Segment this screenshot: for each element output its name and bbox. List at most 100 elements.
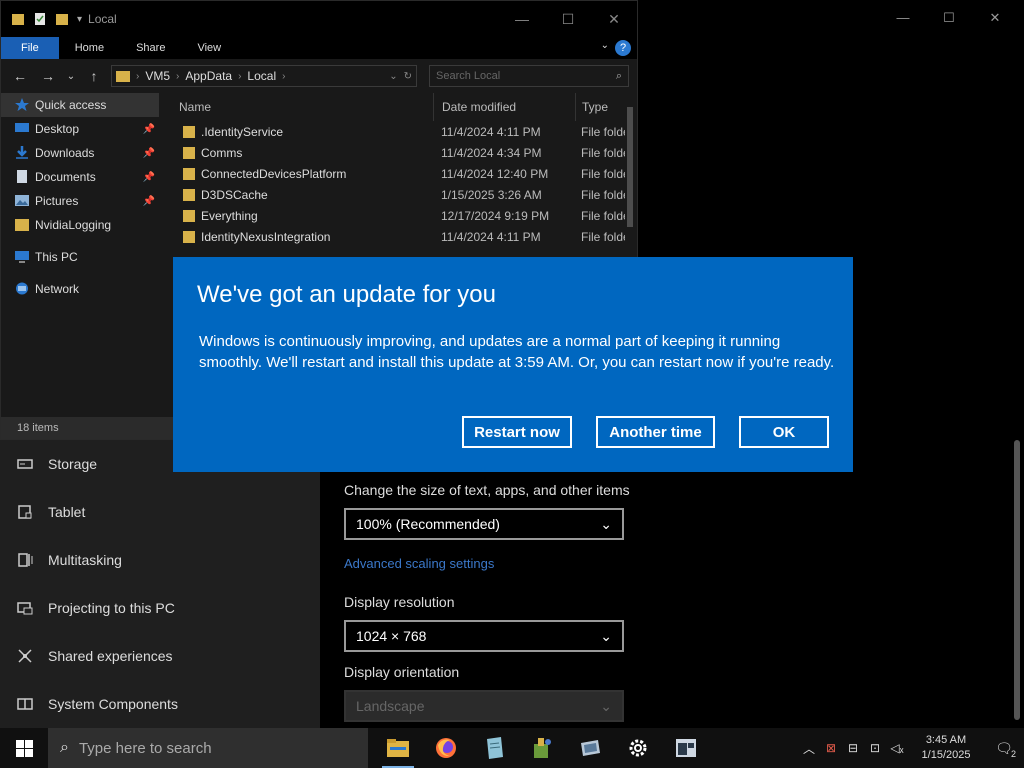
- sidebar-item-projecting[interactable]: Projecting to this PC: [0, 584, 320, 632]
- address-bar[interactable]: › VM5 › AppData › Local › ⌄ ↻: [111, 65, 417, 87]
- breadcrumb-item[interactable]: Local: [247, 69, 276, 83]
- forward-arrow-icon[interactable]: →: [37, 68, 59, 84]
- search-placeholder: Search Local: [436, 70, 501, 82]
- advanced-scaling-link[interactable]: Advanced scaling settings: [344, 552, 634, 576]
- chevron-down-icon[interactable]: ⌄: [389, 71, 397, 82]
- another-time-button[interactable]: Another time: [596, 416, 715, 448]
- nav-item-network[interactable]: Network: [1, 277, 159, 301]
- chevron-down-icon: ⌄: [600, 697, 612, 714]
- ok-button[interactable]: OK: [739, 416, 829, 448]
- file-type: File folder: [581, 229, 625, 244]
- column-header-type[interactable]: Type: [575, 93, 625, 121]
- nav-label: Downloads: [35, 146, 95, 160]
- scrollbar-thumb[interactable]: [627, 107, 633, 227]
- folder-icon: [15, 219, 29, 231]
- folder-icon: [183, 230, 195, 243]
- item-count: 18 items: [17, 422, 59, 434]
- refresh-icon[interactable]: ↻: [404, 71, 412, 82]
- file-type: File folder: [581, 208, 625, 223]
- breadcrumb-item[interactable]: VM5: [145, 69, 170, 83]
- tab-share[interactable]: Share: [120, 37, 181, 59]
- clock[interactable]: 3:45 AM 1/15/2025: [908, 733, 984, 763]
- nav-item-downloads[interactable]: Downloads 📌: [1, 141, 159, 165]
- taskbar-search-box[interactable]: ⌕ Type here to search: [48, 728, 368, 768]
- taskbar-app-file-explorer[interactable]: [374, 728, 422, 768]
- volume-muted-icon[interactable]: ◁ₓ: [886, 741, 908, 755]
- device-icon[interactable]: ⊟: [842, 741, 864, 755]
- network-icon[interactable]: ⊡: [864, 741, 886, 755]
- table-row[interactable]: Everything 12/17/2024 9:19 PM File folde…: [171, 205, 625, 226]
- taskbar-apps: [374, 728, 710, 768]
- column-header-name[interactable]: Name: [171, 100, 433, 114]
- minimize-button[interactable]: —: [880, 6, 926, 30]
- file-name: IdentityNexusIntegration: [201, 229, 331, 244]
- taskbar-app-notepad[interactable]: [470, 728, 518, 768]
- taskbar-app-paint[interactable]: [518, 728, 566, 768]
- minimize-button[interactable]: —: [499, 1, 545, 37]
- nav-item-nvidialogging[interactable]: NvidiaLogging: [1, 213, 159, 237]
- scale-label: Change the size of text, apps, and other…: [344, 482, 630, 498]
- properties-icon[interactable]: [33, 12, 47, 26]
- nav-label: NvidiaLogging: [35, 218, 112, 232]
- table-row[interactable]: D3DSCache 1/15/2025 3:26 AM File folder: [171, 184, 625, 205]
- nav-label: Desktop: [35, 122, 80, 136]
- resolution-dropdown[interactable]: 1024 × 768 ⌄: [344, 620, 624, 652]
- file-list-header: Name Date modified Type: [171, 93, 625, 121]
- chevron-down-icon: ⌄: [600, 627, 612, 644]
- tab-view[interactable]: View: [181, 37, 237, 59]
- maximize-button[interactable]: ☐: [926, 6, 972, 30]
- table-row[interactable]: ConnectedDevicesPlatform 11/4/2024 12:40…: [171, 163, 625, 184]
- action-center-button[interactable]: 🗨 2: [984, 740, 1024, 759]
- dialog-message: Windows is continuously improving, and u…: [199, 333, 835, 371]
- settings-scrollbar[interactable]: [1014, 440, 1020, 720]
- nav-item-desktop[interactable]: Desktop 📌: [1, 117, 159, 141]
- security-alert-icon[interactable]: ⊠: [820, 741, 842, 755]
- start-button[interactable]: [0, 728, 48, 768]
- folder-icon: [183, 209, 195, 222]
- quick-access-toolbar-dropdown[interactable]: ▾: [77, 14, 82, 25]
- taskbar-search-placeholder: Type here to search: [78, 739, 212, 757]
- table-row[interactable]: .IdentityService 11/4/2024 4:11 PM File …: [171, 121, 625, 142]
- sidebar-item-shared-experiences[interactable]: Shared experiences: [0, 632, 320, 680]
- sidebar-item-tablet[interactable]: Tablet: [0, 488, 320, 536]
- pin-icon: 📌: [142, 171, 155, 183]
- search-box[interactable]: Search Local ⌕: [429, 65, 629, 87]
- maximize-button[interactable]: ☐: [545, 1, 591, 37]
- resolution-value: 1024 × 768: [356, 628, 427, 644]
- sidebar-item-multitasking[interactable]: Multitasking: [0, 536, 320, 584]
- table-row[interactable]: Comms 11/4/2024 4:34 PM File folder: [171, 142, 625, 163]
- nav-item-quick-access[interactable]: Quick access: [1, 93, 159, 117]
- nav-label: Network: [35, 282, 80, 296]
- close-button[interactable]: ✕: [591, 1, 637, 37]
- column-header-date[interactable]: Date modified: [433, 93, 575, 121]
- help-icon[interactable]: ?: [615, 40, 631, 56]
- tab-home[interactable]: Home: [59, 37, 120, 59]
- pin-icon: 📌: [142, 195, 155, 207]
- recent-locations-icon[interactable]: ⌄: [65, 71, 77, 82]
- expand-ribbon-icon[interactable]: ⌄: [601, 40, 609, 51]
- sidebar-item-system-components[interactable]: System Components: [0, 680, 320, 728]
- explorer-window-controls: — ☐ ✕: [499, 1, 637, 37]
- scale-dropdown[interactable]: 100% (Recommended) ⌄: [344, 508, 624, 540]
- back-arrow-icon[interactable]: ←: [9, 68, 31, 84]
- show-hidden-icons-chevron-icon[interactable]: ︿: [798, 740, 820, 757]
- sidebar-item-label: Shared experiences: [48, 648, 173, 664]
- taskbar-app-settings[interactable]: [614, 728, 662, 768]
- folder-icon: [183, 188, 195, 201]
- tab-file[interactable]: File: [1, 37, 59, 59]
- up-arrow-icon[interactable]: ↑: [83, 68, 105, 84]
- breadcrumb-item[interactable]: AppData: [185, 69, 232, 83]
- close-button[interactable]: ✕: [972, 6, 1018, 30]
- table-row[interactable]: IdentityNexusIntegration 11/4/2024 4:11 …: [171, 226, 625, 247]
- restart-now-button[interactable]: Restart now: [462, 416, 572, 448]
- search-icon: ⌕: [615, 69, 622, 82]
- taskbar-app-window[interactable]: [662, 728, 710, 768]
- nav-item-this-pc[interactable]: This PC: [1, 245, 159, 269]
- taskbar-app-firefox[interactable]: [422, 728, 470, 768]
- nav-item-documents[interactable]: Documents 📌: [1, 165, 159, 189]
- new-folder-icon[interactable]: [55, 12, 69, 26]
- file-name: .IdentityService: [201, 124, 284, 139]
- taskbar-app-remote-desktop[interactable]: [566, 728, 614, 768]
- nav-item-pictures[interactable]: Pictures 📌: [1, 189, 159, 213]
- pin-icon: 📌: [142, 123, 155, 135]
